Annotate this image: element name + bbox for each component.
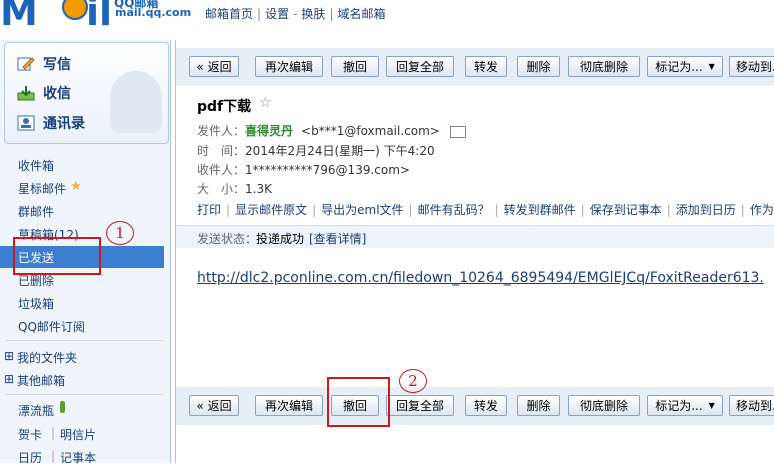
logo-mark: M [0, 0, 38, 34]
mail-body-link[interactable]: http://dlc2.pconline.com.cn/filedown_102… [197, 270, 764, 286]
toolbar-top: « 返回 再次编辑 撤回 回复全部 转发 删除 彻底删除 标记为... ▼ 移动到… [176, 48, 774, 86]
mail-subject: pdf下载 [197, 99, 252, 115]
back-button[interactable]: « 返回 [189, 56, 239, 77]
action-add-calendar[interactable]: 添加到日历 [676, 203, 736, 217]
nav-skin[interactable]: 换肤 [301, 7, 325, 21]
reply-all-button[interactable]: 回复全部 [386, 56, 454, 77]
back-button[interactable]: « 返回 [189, 395, 239, 416]
nav-settings[interactable]: 设置 [265, 7, 289, 21]
forward-button[interactable]: 转发 [465, 395, 507, 416]
recall-button[interactable]: 撤回 [331, 56, 379, 77]
folder-qq-subscription[interactable]: QQ邮件订阅 [18, 318, 85, 335]
edit-again-button[interactable]: 再次编辑 [255, 395, 323, 416]
size-label: 大 小： [197, 182, 246, 196]
status-details-link[interactable]: [查看详情] [309, 230, 366, 247]
annotation-circle-2: 2 [399, 369, 427, 393]
my-folders[interactable]: 我的文件夹 [17, 349, 77, 366]
compose-panel: 写信 收信 通讯录 [4, 42, 169, 144]
time-label: 时 间： [197, 144, 246, 158]
time-value: 2014年2月24日(星期一) 下午4:20 [245, 144, 435, 158]
highlight-box-recall [327, 377, 390, 427]
reply-all-button[interactable]: 回复全部 [386, 395, 454, 416]
from-name[interactable]: 喜得灵丹 [245, 124, 293, 138]
size-line: 大 小：1.3K [197, 180, 272, 197]
logo-mark-2: il [86, 0, 113, 34]
drift-bottle[interactable]: 漂流瓶 [18, 402, 54, 419]
mark-as-label: 标记为... [655, 60, 703, 74]
status-value: 投递成功 [256, 232, 305, 246]
to-line: 收件人：1**********796@139.com> [197, 161, 410, 178]
folder-starred[interactable]: 星标邮件 [18, 180, 66, 197]
pencil-icon [17, 57, 35, 71]
time-line: 时 间：2014年2月24日(星期一) 下午4:20 [197, 142, 435, 159]
compose-button[interactable]: 写信 [17, 53, 71, 75]
contacts-icon [17, 115, 35, 131]
action-as-attachment[interactable]: 作为附 [750, 203, 774, 217]
forward-button[interactable]: 转发 [465, 56, 507, 77]
chevron-down-icon: ▼ [708, 62, 715, 71]
action-save-notepad[interactable]: 保存到记事本 [590, 203, 662, 217]
separator: | [51, 426, 56, 440]
sidebar-divider [6, 394, 164, 395]
size-value: 1.3K [245, 182, 272, 196]
mark-as-dropdown[interactable]: 标记为... ▼ [647, 395, 723, 416]
inbox-button[interactable]: 收信 [17, 82, 71, 104]
nav-mail-home[interactable]: 邮箱首页 [205, 7, 253, 21]
mark-as-dropdown[interactable]: 标记为... ▼ [647, 56, 723, 77]
folder-inbox[interactable]: 收件箱 [18, 157, 54, 174]
action-show-source[interactable]: 显示邮件原文 [235, 203, 307, 217]
postcard[interactable]: 明信片 [60, 426, 96, 443]
to-label: 收件人： [197, 163, 246, 177]
move-to-dropdown[interactable]: 移动到... [729, 56, 774, 77]
action-export-eml[interactable]: 导出为eml文件 [321, 203, 403, 217]
action-print[interactable]: 打印 [197, 203, 221, 217]
toolbar-bottom: « 返回 再次编辑 撤回 回复全部 转发 删除 彻底删除 标记为... ▼ 移动到… [176, 387, 774, 425]
annotation-circle-1: 1 [106, 221, 134, 245]
action-garbled[interactable]: 邮件有乱码？ [418, 203, 490, 217]
move-to-dropdown[interactable]: 移动到... [729, 395, 774, 416]
folder-spam[interactable]: 垃圾箱 [18, 295, 54, 312]
mail-actions: 打印 | 显示邮件原文 | 导出为eml文件 | 邮件有乱码？ | 转发到群邮件 | 保存到记事本 |… [197, 201, 774, 218]
contacts-label: 通讯录 [43, 116, 85, 132]
mark-as-label: 标记为... [655, 399, 703, 413]
contacts-button[interactable]: 通讯录 [17, 112, 85, 134]
from-label: 发件人： [197, 124, 246, 138]
star-mail-icon[interactable]: ☆ [259, 95, 272, 111]
from-email: <b***1@foxmail.com> [301, 124, 440, 138]
send-status-bar: 发送状态： 投递成功 [查看详情] [176, 225, 774, 248]
contact-card-icon[interactable] [449, 125, 466, 138]
separator: | [51, 449, 56, 463]
status-label: 发送状态： [197, 232, 258, 246]
delete-button[interactable]: 删除 [517, 56, 560, 77]
other-mailboxes-expand-icon[interactable]: ⊞ [4, 372, 14, 386]
qq-penguin-icon [110, 71, 162, 133]
sidebar-divider [6, 340, 164, 341]
other-mailboxes[interactable]: 其他邮箱 [17, 372, 65, 389]
calendar[interactable]: 日历 [18, 449, 42, 466]
main-panel: « 返回 再次编辑 撤回 回复全部 转发 删除 彻底删除 标记为... ▼ 移动到… [175, 40, 774, 463]
nav-domain-mail[interactable]: 域名邮箱 [337, 7, 385, 21]
to-value: 1**********796@139.com> [245, 163, 410, 177]
folder-group[interactable]: 群邮件 [18, 203, 54, 220]
logo-dot-icon [62, 0, 88, 20]
chevron-down-icon: ▼ [708, 401, 715, 410]
top-nav: 邮箱首页 | 设置 - 换肤 | 域名邮箱 [205, 7, 386, 21]
edit-again-button[interactable]: 再次编辑 [255, 56, 323, 77]
delete-permanent-button[interactable]: 彻底删除 [568, 395, 640, 416]
bottle-icon [60, 401, 65, 413]
my-folders-expand-icon[interactable]: ⊞ [4, 349, 14, 363]
top-bar: M il QQ邮箱 mail.qq.com 邮箱首页 | 设置 - 换肤 | 域名邮箱 [0, 0, 774, 36]
delete-button[interactable]: 删除 [517, 395, 560, 416]
receive-icon [17, 86, 35, 101]
inbox-label: 收信 [43, 86, 71, 102]
compose-label: 写信 [43, 57, 71, 73]
action-forward-group[interactable]: 转发到群邮件 [504, 203, 576, 217]
logo-url: mail.qq.com [115, 6, 192, 19]
notepad[interactable]: 记事本 [60, 449, 96, 466]
from-line: 发件人：喜得灵丹 <b***1@foxmail.com> [197, 122, 466, 139]
greeting-card[interactable]: 贺卡 [18, 426, 42, 443]
delete-permanent-button[interactable]: 彻底删除 [568, 56, 640, 77]
star-icon: ★ [70, 179, 82, 194]
highlight-box-sent [13, 237, 101, 275]
